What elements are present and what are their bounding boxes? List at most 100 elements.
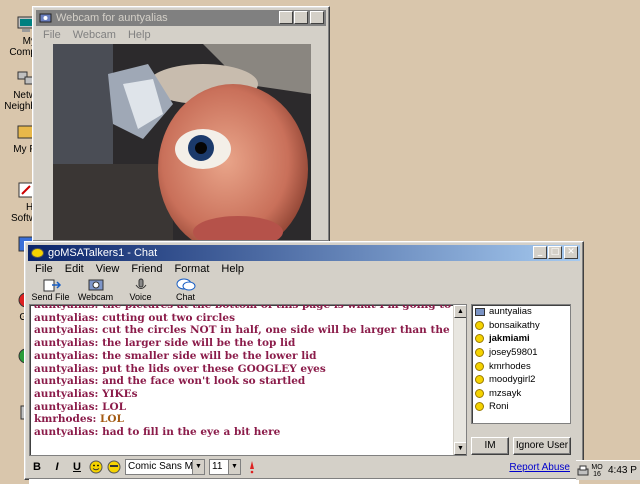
smiley-icon	[475, 320, 484, 330]
chat-log[interactable]: auntyalias: the pictures at the bottom o…	[29, 304, 467, 456]
message-text: and the face won't look so startled	[102, 375, 306, 388]
chat-message: auntyalias: had to fill in the eye a bit…	[34, 426, 452, 439]
close-button[interactable]: ✕	[564, 246, 578, 259]
chat-message: auntyalias: cutting out two circles	[34, 312, 452, 325]
desktop-icon-network[interactable]: Netw Neighb	[2, 71, 36, 112]
maximize-button[interactable]: □	[548, 246, 562, 259]
desktop-icon-my-p[interactable]: My P	[2, 125, 36, 155]
minimize-button[interactable]: _	[279, 11, 293, 24]
minimize-button[interactable]: _	[533, 246, 547, 259]
user-name: auntyalias	[489, 306, 532, 318]
webcam-window[interactable]: Webcam for auntyalias _ □ ✕ File Webcam …	[32, 6, 330, 242]
date-indicator[interactable]: MO 16	[590, 464, 604, 478]
chat-button[interactable]: Chat	[163, 277, 208, 305]
desktop-icon-my-computer[interactable]: My Comp	[2, 16, 36, 58]
ignore-user-button[interactable]: Ignore User	[513, 437, 571, 455]
smiley-icon	[475, 375, 484, 385]
font-select-value: Comic Sans MS	[128, 461, 200, 472]
chat-menubar: File Edit View Friend Format Help	[29, 263, 250, 275]
font-select[interactable]: Comic Sans MS ▼	[125, 459, 205, 475]
user-list[interactable]: auntyalias bonsaikathy jakmiami josey59801 k…	[471, 304, 571, 424]
chat-window[interactable]: goMSATalkers1 - Chat _ □ ✕ File Edit Vie…	[24, 241, 584, 484]
user-name: jakmiami	[489, 333, 530, 345]
message-text: cut the circles NOT in half, one side wi…	[102, 324, 467, 337]
webcam-button[interactable]: Webcam	[73, 277, 118, 305]
menu-edit[interactable]: Edit	[59, 263, 90, 275]
webcam-icon	[39, 13, 52, 23]
message-sender: auntyalias:	[34, 324, 99, 337]
menu-format[interactable]: Format	[169, 263, 216, 275]
send-file-button[interactable]: Send File	[28, 277, 73, 305]
chat-toolbar: Send File Webcam Voice Chat	[28, 277, 208, 305]
user-name: moodygirl2	[489, 374, 536, 386]
message-text: cutting out two circles	[102, 311, 235, 324]
desktop-icon-software[interactable]: HI Softw	[2, 182, 36, 224]
smiley-icon	[475, 402, 484, 412]
user-list-item[interactable]: josey59801	[472, 346, 570, 360]
message-text: the pictures at the bottom of this page …	[102, 304, 467, 311]
menu-file[interactable]: File	[29, 263, 59, 275]
format-toolbar: B I U Comic Sans MS ▼ 11 ▼	[29, 457, 259, 477]
menu-help[interactable]: Help	[215, 263, 250, 275]
close-button[interactable]: ✕	[310, 11, 324, 24]
message-text: put the lids over these GOOGLEY eyes	[102, 362, 326, 375]
message-text: LOL	[100, 413, 124, 426]
tray-date: 16	[593, 470, 601, 478]
chat-scrollbar[interactable]: ▲ ▼	[453, 305, 466, 455]
send-file-icon	[43, 279, 61, 292]
tool-label: Voice	[129, 292, 152, 302]
user-list-item[interactable]: auntyalias	[472, 305, 570, 319]
scroll-up-button[interactable]: ▲	[454, 305, 466, 318]
tool-label: Chat	[175, 292, 195, 302]
user-list-item[interactable]: Roni	[472, 400, 570, 414]
emoticon-icon[interactable]	[89, 460, 103, 474]
message-sender: auntyalias:	[34, 349, 99, 362]
menu-webcam[interactable]: Webcam	[67, 29, 122, 41]
message-text: the larger side will be the top lid	[102, 337, 296, 350]
chat-messages: auntyalias: the pictures at the bottom o…	[34, 305, 466, 439]
menu-friend[interactable]: Friend	[125, 263, 168, 275]
user-list-item[interactable]: moodygirl2	[472, 373, 570, 387]
message-text: LOL	[102, 400, 126, 413]
chat-message: kmrhodes: LOL	[34, 413, 452, 426]
wink-icon[interactable]	[107, 460, 121, 474]
font-size-select[interactable]: 11 ▼	[209, 459, 241, 475]
user-name: josey59801	[489, 347, 538, 359]
message-sender: auntyalias:	[34, 311, 99, 324]
alert-icon[interactable]	[245, 460, 259, 474]
user-list-item[interactable]: kmrhodes	[472, 359, 570, 373]
webcam-image	[53, 44, 311, 240]
voice-icon	[135, 278, 146, 289]
message-sender: auntyalias:	[34, 400, 99, 413]
menu-help[interactable]: Help	[122, 29, 157, 41]
tool-label: Webcam	[77, 292, 114, 302]
user-list-item[interactable]: jakmiami	[472, 332, 570, 346]
chat-message: auntyalias: the pictures at the bottom o…	[34, 305, 466, 312]
chat-message: auntyalias: cut the circles NOT in half,…	[34, 324, 466, 337]
chevron-down-icon: ▼	[192, 460, 204, 474]
italic-button[interactable]: I	[49, 460, 65, 475]
voice-button[interactable]: Voice	[118, 277, 163, 305]
chevron-down-icon: ▼	[228, 460, 240, 474]
underline-button[interactable]: U	[69, 460, 85, 475]
message-sender: auntyalias:	[34, 362, 99, 375]
menu-view[interactable]: View	[90, 263, 126, 275]
chat-titlebar[interactable]: goMSATalkers1 - Chat _ □ ✕	[28, 245, 580, 261]
message-text: the smaller side will be the lower lid	[102, 349, 317, 362]
maximize-button[interactable]: □	[294, 11, 308, 24]
report-abuse-link[interactable]: Report Abuse	[509, 462, 570, 473]
menu-file[interactable]: File	[37, 29, 67, 41]
webcam-user-icon	[475, 307, 485, 316]
smiley-icon	[475, 388, 484, 398]
clock[interactable]: 4:43 P	[608, 465, 637, 476]
font-size-value: 11	[212, 461, 223, 472]
im-button[interactable]: IM	[471, 437, 509, 455]
scroll-down-button[interactable]: ▼	[454, 442, 466, 455]
user-list-item[interactable]: bonsaikathy	[472, 319, 570, 333]
bold-button[interactable]: B	[29, 460, 45, 475]
message-input[interactable]	[29, 478, 579, 484]
webcam-titlebar[interactable]: Webcam for auntyalias _ □ ✕	[36, 10, 326, 26]
printer-icon[interactable]	[576, 464, 590, 478]
tray-day: MO	[591, 463, 603, 471]
user-list-item[interactable]: mzsayk	[472, 387, 570, 401]
